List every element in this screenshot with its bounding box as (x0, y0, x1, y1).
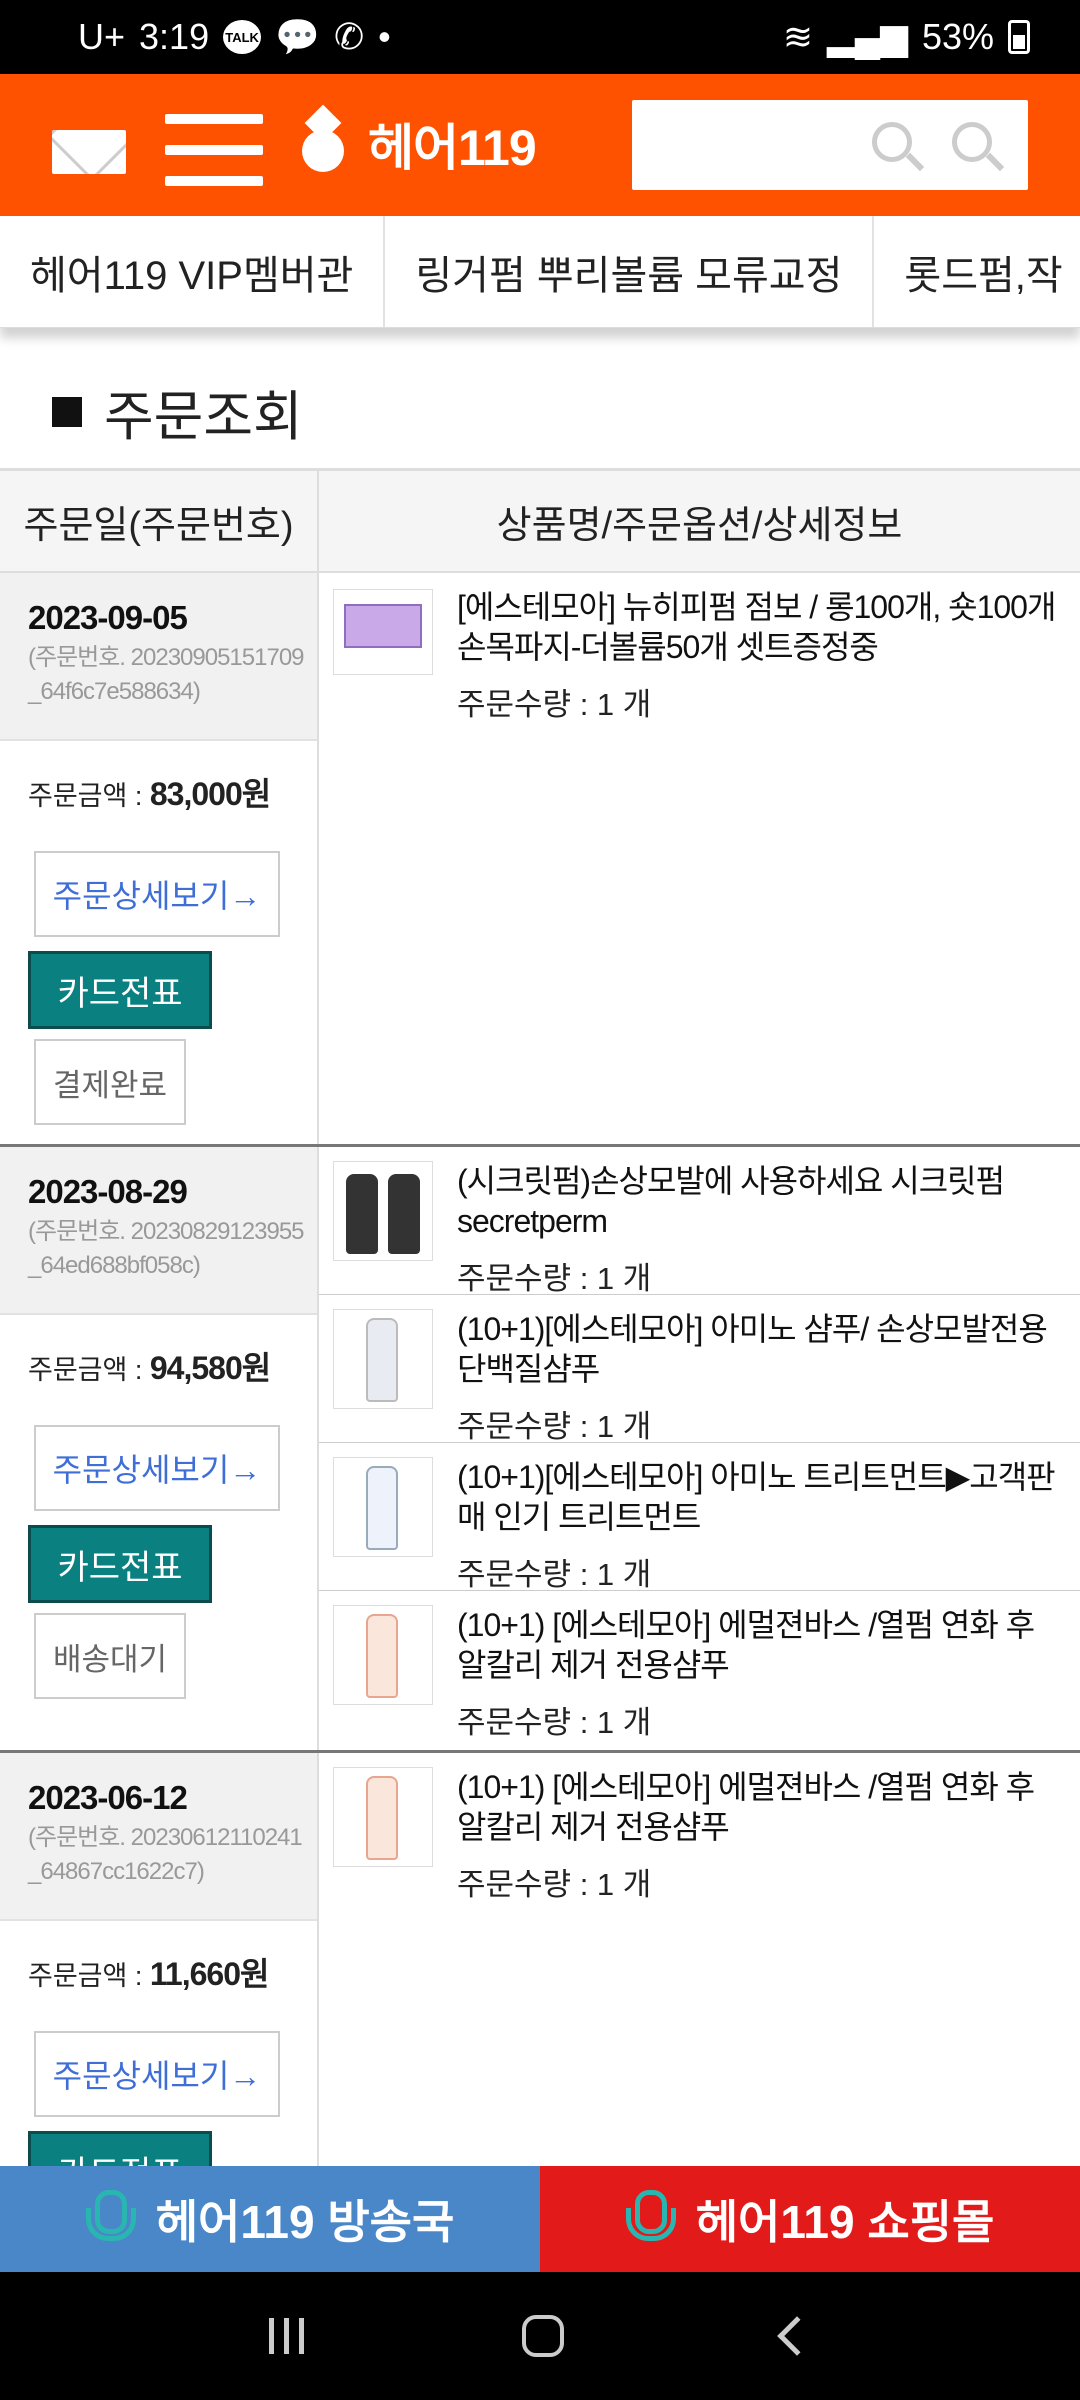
recents-icon[interactable] (269, 2318, 305, 2354)
battery-icon (1008, 20, 1030, 54)
signal-icon: ▂▄▆ (827, 16, 908, 57)
product-thumbnail[interactable] (333, 589, 433, 675)
category-nav: 헤어119 VIP멤버관 링거펌 뿌리볼륨 모류교정 롯드펌,작 (0, 216, 1080, 328)
back-icon[interactable] (777, 2316, 817, 2356)
bottom-action-bar: 헤어119 방송국 헤어119 쇼핑몰 (0, 2166, 1080, 2272)
product-quantity: 주문수량 : 1 개 (457, 1557, 652, 1592)
shopping-mall-button[interactable]: 헤어119 쇼핑몰 (540, 2166, 1080, 2272)
order-number: (주문번호. 20230905151709_64f6c7e588634) (28, 644, 305, 705)
battery-percent: 53% (921, 16, 994, 57)
order-date: 2023-08-29 (28, 1173, 188, 1210)
search-icon[interactable] (952, 122, 992, 162)
product-name[interactable]: (시크릿펌)손상모발에 사용하세요 시크릿펌 secretperm (457, 1161, 1066, 1241)
product-name[interactable]: [에스테모아] 뉴히피펌 점보 / 롱100개, 숏100개 손목파지-더볼륨5… (457, 587, 1066, 667)
clock: 3:19 (139, 16, 210, 57)
message-icon: 💬 (275, 16, 320, 57)
notification-dot: • (378, 16, 391, 57)
card-receipt-button[interactable]: 카드전표 (28, 2131, 212, 2168)
site-header: 헤어119 (0, 74, 1080, 216)
wifi-icon: ≋ (782, 16, 814, 57)
product-quantity: 주문수량 : 1 개 (457, 687, 652, 722)
card-receipt-button[interactable]: 카드전표 (28, 1525, 212, 1603)
carrier-label: U+ (78, 16, 126, 57)
microphone-icon (85, 2190, 136, 2248)
page-title-text: 주문조회 (104, 387, 303, 447)
orders-table: 주문일(주문번호) 상품명/주문옵션/상세정보 2023-09-05 (주문번호… (0, 468, 1080, 2168)
status-badge: 결제완료 (34, 1039, 186, 1125)
table-header: 주문일(주문번호) 상품명/주문옵션/상세정보 (0, 471, 1080, 573)
category-vip[interactable]: 헤어119 VIP멤버관 (0, 216, 386, 327)
broadcast-label: 헤어119 방송국 (155, 2196, 455, 2248)
product-name[interactable]: (10+1)[에스테모아] 아미노 샴푸/ 손상모발전용 단백질샴푸 (457, 1309, 1066, 1389)
order-row: 2023-08-29 (주문번호. 20230829123955_64ed688… (0, 1147, 1080, 1753)
card-receipt-button[interactable]: 카드전표 (28, 951, 212, 1029)
logo-text: 헤어119 (368, 120, 537, 176)
microphone-icon (625, 2190, 676, 2248)
search-icon[interactable] (872, 122, 912, 162)
product-quantity: 주문수량 : 1 개 (457, 1705, 652, 1740)
menu-icon[interactable] (165, 114, 263, 186)
order-item[interactable]: (10+1) [에스테모아] 에멀젼바스 /열펌 연화 후 알칼리 제거 전용샴… (319, 1591, 1080, 1741)
broadcast-button[interactable]: 헤어119 방송국 (0, 2166, 540, 2272)
site-logo[interactable]: 헤어119 (290, 104, 537, 180)
logo-mascot-icon (290, 104, 356, 180)
status-badge: 배송대기 (34, 1613, 186, 1699)
order-amount: 주문금액 : 94,580원 (28, 1350, 271, 1386)
product-name[interactable]: (10+1)[에스테모아] 아미노 트리트먼트▶고객판매 인기 트리트먼트 (457, 1457, 1066, 1537)
product-quantity: 주문수량 : 1 개 (457, 1409, 652, 1444)
system-nav-bar (0, 2272, 1080, 2400)
product-name[interactable]: (10+1) [에스테모아] 에멀젼바스 /열펌 연화 후 알칼리 제거 전용샴… (457, 1767, 1066, 1847)
product-thumbnail[interactable] (333, 1309, 433, 1409)
order-item[interactable]: (10+1)[에스테모아] 아미노 트리트먼트▶고객판매 인기 트리트먼트 주문… (319, 1443, 1080, 1592)
order-amount: 주문금액 : 83,000원 (28, 776, 271, 812)
order-item[interactable]: (시크릿펌)손상모발에 사용하세요 시크릿펌 secretperm 주문수량 :… (319, 1147, 1080, 1296)
order-item[interactable]: (10+1) [에스테모아] 에멀젼바스 /열펌 연화 후 알칼리 제거 전용샴… (319, 1753, 1080, 1918)
kakaotalk-icon: TALK (223, 20, 262, 54)
order-date: 2023-09-05 (28, 599, 188, 636)
title-bullet-icon (52, 396, 82, 427)
page-title: 주문조회 (52, 372, 303, 451)
product-thumbnail[interactable] (333, 1605, 433, 1705)
order-item[interactable]: (10+1)[에스테모아] 아미노 샴푸/ 손상모발전용 단백질샴푸 주문수량 … (319, 1295, 1080, 1444)
product-quantity: 주문수량 : 1 개 (457, 1867, 652, 1902)
order-detail-button[interactable]: 주문상세보기→ (34, 1425, 280, 1511)
product-quantity: 주문수량 : 1 개 (457, 1261, 652, 1296)
product-thumbnail[interactable] (333, 1161, 433, 1261)
category-rod-perm[interactable]: 롯드펌,작 (874, 216, 1080, 327)
order-amount: 주문금액 : 11,660원 (28, 1956, 269, 1992)
order-number: (주문번호. 20230829123955_64ed688bf058c) (28, 1218, 305, 1279)
order-detail-button[interactable]: 주문상세보기→ (34, 2031, 280, 2117)
mail-icon[interactable] (52, 130, 126, 174)
order-date: 2023-06-12 (28, 1779, 188, 1816)
order-detail-button[interactable]: 주문상세보기→ (34, 851, 280, 937)
product-thumbnail[interactable] (333, 1457, 433, 1557)
order-item[interactable]: [에스테모아] 뉴히피펌 점보 / 롱100개, 숏100개 손목파지-더볼륨5… (319, 573, 1080, 738)
category-ringer-perm[interactable]: 링거펌 뿌리볼륨 모류교정 (385, 216, 875, 327)
search-input[interactable] (632, 100, 1028, 190)
home-icon[interactable] (522, 2315, 565, 2357)
volte-icon: ✆ (333, 16, 365, 57)
status-bar: U+ 3:19 TALK 💬 ✆ • ≋ ▂▄▆ 53% (0, 0, 1080, 74)
product-name[interactable]: (10+1) [에스테모아] 에멀젼바스 /열펌 연화 후 알칼리 제거 전용샴… (457, 1605, 1066, 1685)
order-row: 2023-09-05 (주문번호. 20230905151709_64f6c7e… (0, 573, 1080, 1147)
order-number: (주문번호. 20230612110241_64867cc1622c7) (28, 1824, 303, 1885)
col-order-date: 주문일(주문번호) (0, 471, 319, 571)
shopping-mall-label: 헤어119 쇼핑몰 (695, 2196, 995, 2248)
order-row: 2023-06-12 (주문번호. 20230612110241_64867cc… (0, 1753, 1080, 2168)
col-product: 상품명/주문옵션/상세정보 (496, 504, 903, 547)
product-thumbnail[interactable] (333, 1767, 433, 1867)
